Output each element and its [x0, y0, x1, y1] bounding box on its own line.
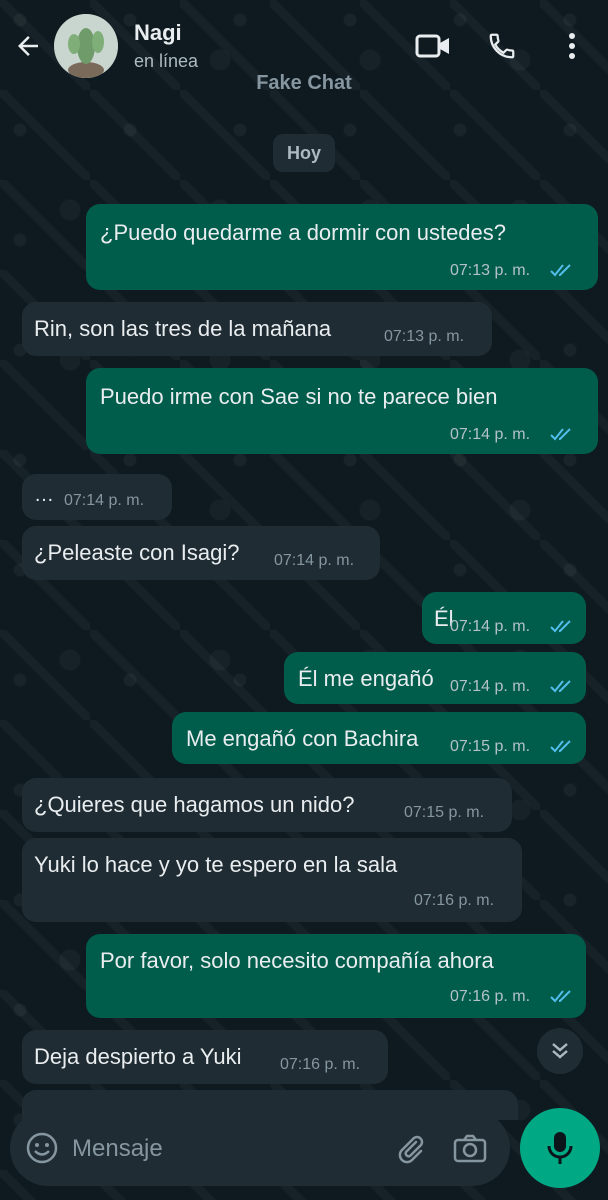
message-text: Él me engañó: [298, 666, 434, 691]
message-text: Yuki lo hace y yo te espero en la sala: [34, 852, 398, 877]
double-check-icon: [550, 264, 571, 277]
message-time: 07:15 p. m.: [450, 738, 531, 755]
date-chip: Hoy: [273, 134, 335, 172]
back-arrow-icon[interactable]: [8, 26, 48, 66]
message-bubble[interactable]: Rin, son las tres de la mañana 07:13 p. …: [22, 302, 492, 356]
video-call-icon[interactable]: [413, 26, 453, 66]
mic-button[interactable]: [520, 1108, 600, 1188]
avatar[interactable]: [54, 14, 118, 78]
message-text: ¿Quieres que hagamos un nido?: [34, 792, 355, 817]
message-text: …: [34, 484, 54, 506]
message-bubble[interactable]: Yuki lo hace y yo te espero en la sala 0…: [22, 838, 522, 922]
message-time: 07:14 p. m.: [450, 618, 531, 635]
message-time: 07:16 p. m.: [450, 988, 531, 1005]
message-text: ¿Puedo quedarme a dormir con ustedes?: [100, 220, 507, 245]
camera-icon[interactable]: [452, 1130, 488, 1166]
message-bubble[interactable]: Puedo irme con Sae si no te parece bien …: [86, 368, 598, 454]
scroll-down-button[interactable]: [537, 1028, 583, 1074]
contact-status: en línea: [134, 51, 199, 71]
double-check-icon: [550, 990, 571, 1003]
message-time: 07:14 p. m.: [64, 492, 145, 509]
message-time: 07:15 p. m.: [404, 804, 485, 821]
message-text: ¿Peleaste con Isagi?: [34, 540, 240, 565]
message-input[interactable]: [70, 1128, 374, 1170]
fake-chat-watermark: Fake Chat: [256, 72, 352, 94]
emoji-icon[interactable]: [24, 1130, 60, 1166]
message-bubble[interactable]: Deja despierto a Yuki 07:16 p. m.: [22, 1030, 388, 1084]
message-text: Me engañó con Bachira: [186, 726, 419, 751]
double-check-icon: [550, 740, 571, 753]
attach-icon[interactable]: [392, 1130, 428, 1166]
message-bubble[interactable]: Me engañó con Bachira 07:15 p. m.: [172, 712, 586, 764]
message-composer: [10, 1110, 510, 1186]
double-check-icon: [550, 620, 571, 633]
double-chevron-down-icon: [552, 1043, 568, 1059]
message-bubble[interactable]: Por favor, solo necesito compañía ahora …: [86, 934, 586, 1018]
message-text: Puedo irme con Sae si no te parece bien: [100, 384, 498, 409]
message-bubble[interactable]: ¿Puedo quedarme a dormir con ustedes? 07…: [86, 204, 598, 290]
double-check-icon: [550, 428, 571, 441]
more-vert-icon[interactable]: [552, 26, 592, 66]
message-text: Rin, son las tres de la mañana: [34, 316, 332, 341]
double-check-icon: [550, 680, 571, 693]
message-bubble[interactable]: Él me engañó 07:14 p. m.: [284, 652, 586, 704]
message-time: 07:14 p. m.: [450, 426, 531, 443]
message-bubble[interactable]: ¿Quieres que hagamos un nido? 07:15 p. m…: [22, 778, 512, 832]
message-text: Por favor, solo necesito compañía ahora: [100, 948, 494, 973]
message-time: 07:13 p. m.: [450, 262, 531, 279]
message-bubble[interactable]: ¿Peleaste con Isagi? 07:14 p. m.: [22, 526, 380, 580]
message-time: 07:14 p. m.: [450, 678, 531, 695]
message-time: 07:14 p. m.: [274, 552, 355, 569]
message-time: 07:13 p. m.: [384, 328, 465, 345]
phone-icon[interactable]: [482, 26, 522, 66]
mic-icon: [547, 1132, 573, 1164]
contact-name[interactable]: Nagi: [134, 20, 182, 46]
message-time: 07:16 p. m.: [414, 892, 495, 909]
message-time: 07:16 p. m.: [280, 1056, 361, 1073]
message-text: Deja despierto a Yuki: [34, 1044, 242, 1069]
message-bubble[interactable]: … 07:14 p. m.: [22, 474, 172, 520]
message-bubble[interactable]: Él 07:14 p. m.: [422, 592, 586, 644]
